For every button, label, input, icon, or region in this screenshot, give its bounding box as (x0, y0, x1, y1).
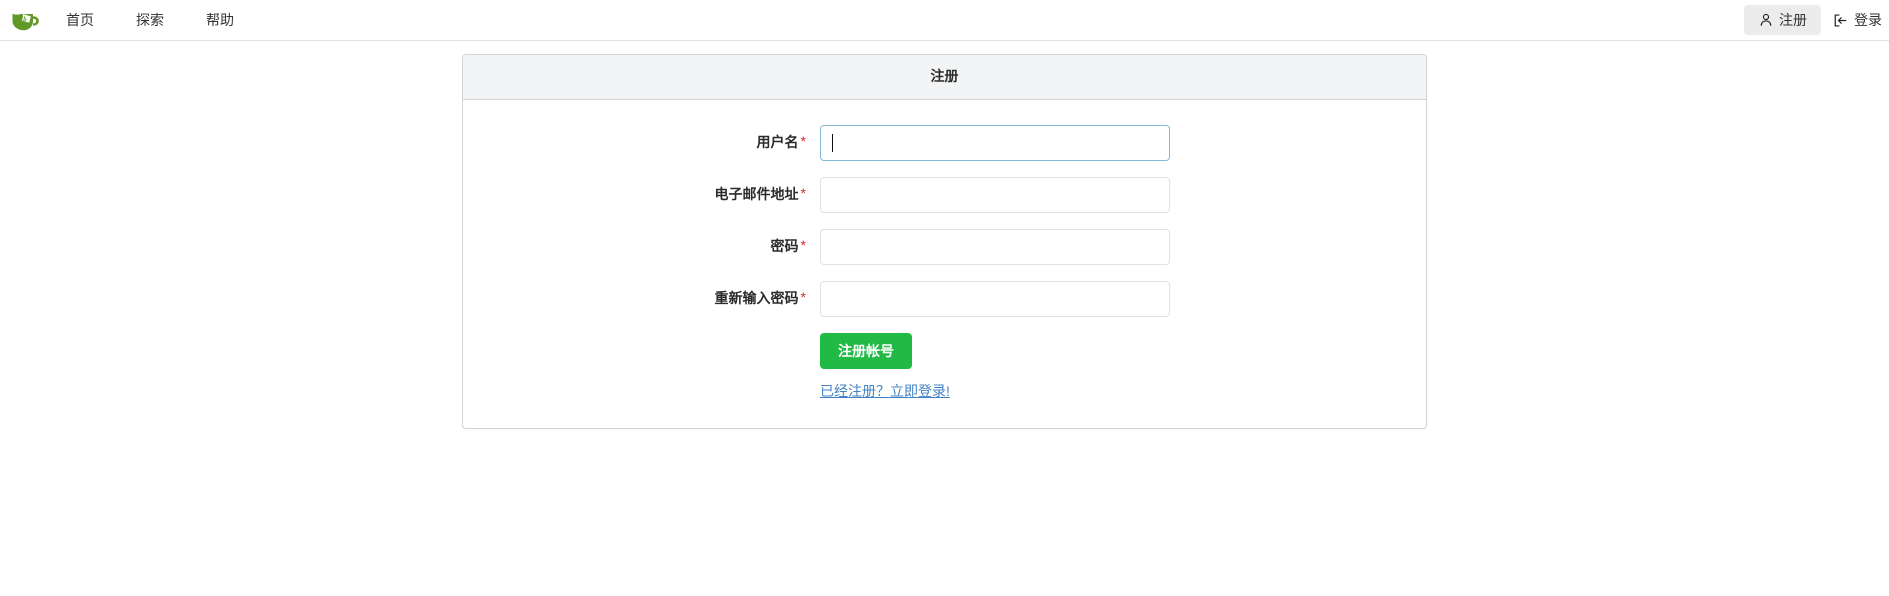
user-plus-icon (1758, 13, 1773, 28)
field-row-username: 用户名 * (477, 124, 1412, 161)
text-caret (832, 133, 833, 152)
username-input[interactable] (820, 124, 1170, 161)
nav-item-home-label: 首页 (66, 12, 94, 28)
signin-link-row: 已经注册？立即登录! (477, 383, 1412, 400)
password-label-text: 密码 (770, 238, 799, 255)
retype-password-input[interactable] (820, 280, 1170, 317)
username-label: 用户名 * (477, 133, 820, 151)
email-label-text: 电子邮件地址 (714, 186, 799, 203)
register-form: 用户名 * 电子邮件地址 * 密码 * 重新输入密码 * 注册帐号 已经注册？立… (463, 100, 1426, 428)
field-row-password: 密码 * (477, 228, 1412, 265)
retype-password-label: 重新输入密码 * (477, 289, 820, 307)
navbar-left-group: b 首页 探索 帮助 (0, 0, 246, 40)
retype-password-required-marker: * (800, 289, 806, 306)
nav-item-explore-label: 探索 (136, 12, 164, 28)
gitea-logo[interactable]: b (0, 0, 44, 40)
username-label-text: 用户名 (756, 134, 799, 151)
nav-item-home[interactable]: 首页 (54, 0, 106, 40)
submit-row: 注册帐号 (477, 332, 1412, 369)
field-row-retype-password: 重新输入密码 * (477, 280, 1412, 317)
register-card: 注册 用户名 * 电子邮件地址 * 密码 * 重新输入密码 * 注册帐号 已经注… (462, 54, 1427, 429)
password-input[interactable] (820, 228, 1170, 265)
username-input-wrap (820, 124, 1170, 161)
register-card-title: 注册 (463, 55, 1426, 100)
password-label: 密码 * (477, 237, 820, 255)
email-label: 电子邮件地址 * (477, 185, 820, 203)
username-required-marker: * (800, 133, 806, 150)
email-required-marker: * (800, 185, 806, 202)
nav-item-explore[interactable]: 探索 (124, 0, 176, 40)
gitea-teacup-logo-icon: b (10, 6, 40, 34)
password-required-marker: * (800, 237, 806, 254)
register-account-button[interactable]: 注册帐号 (820, 332, 912, 369)
page-content: 注册 用户名 * 电子邮件地址 * 密码 * 重新输入密码 * 注册帐号 已经注… (0, 41, 1889, 429)
retype-password-label-text: 重新输入密码 (714, 290, 799, 307)
already-registered-signin-link[interactable]: 已经注册？立即登录! (820, 383, 950, 400)
email-input[interactable] (820, 176, 1170, 213)
nav-item-signin-label: 登录 (1854, 12, 1882, 28)
nav-item-help[interactable]: 帮助 (194, 0, 246, 40)
navbar-right-group: 注册 登录 (1744, 0, 1882, 40)
nav-item-signin[interactable]: 登录 (1821, 0, 1882, 40)
top-navbar: b 首页 探索 帮助 注册 登录 (0, 0, 1889, 41)
sign-in-icon (1833, 13, 1848, 28)
nav-item-register[interactable]: 注册 (1744, 5, 1821, 35)
field-row-email: 电子邮件地址 * (477, 176, 1412, 213)
nav-item-help-label: 帮助 (206, 12, 234, 28)
nav-item-register-label: 注册 (1779, 12, 1807, 28)
